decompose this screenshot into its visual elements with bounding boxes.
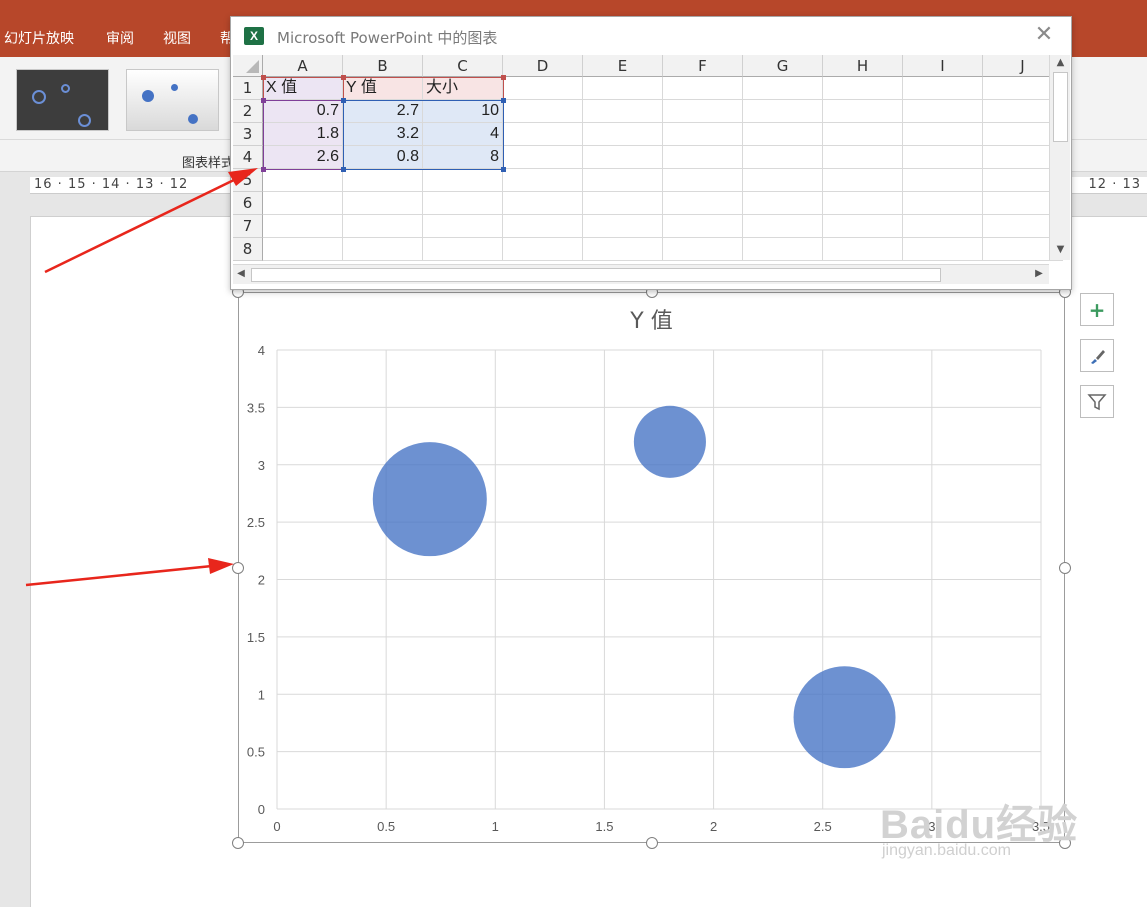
annotation-arrowhead-upper	[228, 168, 258, 186]
baidu-jingyan-watermark: Baidu经验 jingyan.baidu.com	[880, 792, 1078, 859]
watermark-url: jingyan.baidu.com	[882, 842, 1011, 859]
annotation-arrows	[25, 168, 258, 587]
annotation-arrow-lower	[25, 564, 213, 587]
annotation-arrow-upper	[44, 176, 239, 274]
annotation-arrowhead-lower	[208, 558, 234, 574]
